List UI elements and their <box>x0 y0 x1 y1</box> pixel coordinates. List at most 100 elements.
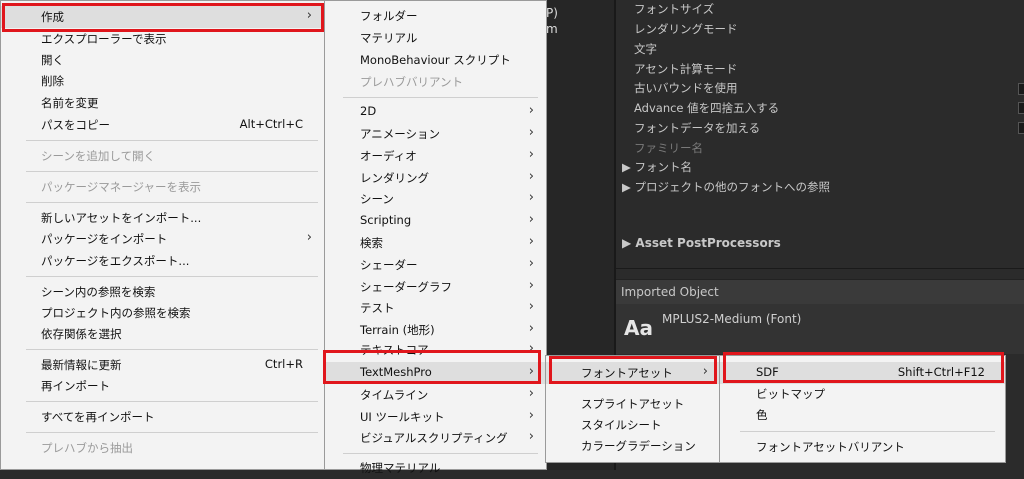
menu-separator <box>740 431 995 432</box>
inspector-ascent-mode: アセント計算モード <box>634 62 738 76</box>
chevron-right-icon: › <box>528 190 534 205</box>
menu-item-label: 再インポート <box>41 379 110 393</box>
menu-item-label: ビットマップ <box>756 387 825 401</box>
menu-item-scene[interactable]: シーン › <box>325 188 546 210</box>
menu-item-add-scene[interactable]: シーンを追加して開く <box>1 145 324 167</box>
chevron-right-icon: › <box>528 147 534 162</box>
menu-item-shortcut: Ctrl+R <box>264 357 303 371</box>
chevron-right-icon: › <box>528 169 534 184</box>
foldout-font-references[interactable]: ▶ プロジェクトの他のフォントへの参照 <box>622 179 830 195</box>
menu-item-label: パスをコピー <box>41 118 110 132</box>
menu-item-shader[interactable]: シェーダー › <box>325 254 546 276</box>
menu-item-label: マテリアル <box>360 31 418 45</box>
menu-item-refresh[interactable]: 最新情報に更新 Ctrl+R <box>1 354 324 376</box>
menu-item-label: 2D <box>360 104 377 118</box>
menu-item-label: エクスプローラーで表示 <box>41 32 167 46</box>
chevron-right-icon: › <box>528 256 534 271</box>
menu-separator <box>26 276 318 277</box>
menu-item-physics-material[interactable]: 物理マテリアル <box>325 457 546 479</box>
menu-item-label: タイムライン <box>360 388 429 402</box>
menu-item-label: カラーグラデーション <box>581 439 696 453</box>
menu-item-bitmap[interactable]: ビットマップ <box>720 383 1005 405</box>
menu-item-label: シェーダーグラフ <box>360 280 452 294</box>
menu-item-label: アニメーション <box>360 127 441 141</box>
chevron-right-icon: › <box>528 103 534 118</box>
foldout-asset-postprocessors[interactable]: ▶ Asset PostProcessors <box>622 236 781 250</box>
menu-item-label: MonoBehaviour スクリプト <box>360 53 511 67</box>
menu-item-label: プレハブから抽出 <box>41 441 133 455</box>
menu-item-color[interactable]: 色 <box>720 404 1005 426</box>
menu-item-reimport-all[interactable]: すべてを再インポート <box>1 406 324 428</box>
menu-item-export-package[interactable]: パッケージをエクスポート... <box>1 250 324 272</box>
menu-item-sprite-asset[interactable]: スプライトアセット <box>546 393 720 415</box>
menu-item-audio[interactable]: オーディオ › <box>325 145 546 167</box>
menu-separator <box>26 401 318 402</box>
menu-item-color-gradient[interactable]: カラーグラデーション <box>546 435 720 457</box>
menu-separator <box>26 432 318 433</box>
menu-item-timeline[interactable]: タイムライン › <box>325 384 546 406</box>
menu-item-label: UI ツールキット <box>360 410 445 424</box>
menu-item-material[interactable]: マテリアル <box>325 27 546 49</box>
menu-item-label: 色 <box>756 408 768 422</box>
menu-item-prefab-variant[interactable]: プレハブバリアント <box>325 71 546 93</box>
foldout-font-names[interactable]: ▶ フォント名 <box>622 159 692 175</box>
menu-item-label: シーンを追加して開く <box>41 149 156 163</box>
checkbox-include-font-data[interactable] <box>1018 122 1024 134</box>
menu-item-import-new-asset[interactable]: 新しいアセットをインポート... <box>1 207 324 229</box>
highlight-sdf <box>723 352 1004 383</box>
menu-item-monobehaviour-script[interactable]: MonoBehaviour スクリプト <box>325 49 546 71</box>
checkbox-round-advance[interactable] <box>1018 102 1024 114</box>
imported-object-header: Imported Object <box>616 279 1024 304</box>
chevron-right-icon: › <box>528 234 534 249</box>
menu-item-scripting[interactable]: Scripting › <box>325 210 546 232</box>
menu-item-terrain[interactable]: Terrain (地形) › <box>325 319 546 341</box>
menu-item-label: シェーダー <box>360 258 418 272</box>
menu-item-open[interactable]: 開く <box>1 49 324 71</box>
menu-separator <box>26 349 318 350</box>
menu-separator <box>343 453 538 454</box>
menu-item-folder[interactable]: フォルダー <box>325 5 546 27</box>
menu-item-select-dependencies[interactable]: 依存関係を選択 <box>1 323 324 345</box>
menu-item-style-sheet[interactable]: スタイルシート <box>546 414 720 436</box>
menu-item-test[interactable]: テスト › <box>325 297 546 319</box>
menu-item-visual-scripting[interactable]: ビジュアルスクリプティング › <box>325 427 546 449</box>
menu-item-reimport[interactable]: 再インポート <box>1 375 324 397</box>
inspector-separator <box>616 268 1024 269</box>
menu-item-label: スプライトアセット <box>581 397 685 411</box>
menu-item-label: テスト <box>360 301 395 315</box>
menu-item-label: シーン <box>360 192 394 206</box>
menu-item-extract-from-prefab[interactable]: プレハブから抽出 <box>1 437 324 459</box>
menu-item-find-scene-refs[interactable]: シーン内の参照を検索 <box>1 281 324 303</box>
chevron-right-icon: › <box>528 386 534 401</box>
imported-object-title: Imported Object <box>621 285 719 299</box>
menu-item-label: スタイルシート <box>581 418 662 432</box>
menu-item-label: 検索 <box>360 236 383 250</box>
menu-item-label: Terrain (地形) <box>360 323 435 337</box>
inspector-legacy-bounds: 古いバウンドを使用 <box>634 81 738 95</box>
checkbox-legacy-bounds[interactable] <box>1018 83 1024 95</box>
menu-item-rename[interactable]: 名前を変更 <box>1 92 324 114</box>
menu-item-package-manager[interactable]: パッケージマネージャーを表示 <box>1 176 324 198</box>
chevron-right-icon: › <box>528 408 534 423</box>
menu-item-2d[interactable]: 2D › <box>325 101 546 123</box>
menu-item-ui-toolkit[interactable]: UI ツールキット › <box>325 406 546 428</box>
inspector-include-font-data: フォントデータを加える <box>634 121 761 135</box>
inspector-round-advance: Advance 値を四捨五入する <box>634 101 780 115</box>
menu-item-rendering[interactable]: レンダリング › <box>325 167 546 189</box>
menu-item-label: パッケージをエクスポート... <box>41 254 190 268</box>
menu-item-find-project-refs[interactable]: プロジェクト内の参照を検索 <box>1 302 324 324</box>
inspector-characters: 文字 <box>634 42 657 56</box>
menu-item-shader-graph[interactable]: シェーダーグラフ › <box>325 276 546 298</box>
menu-item-copy-path[interactable]: パスをコピー Alt+Ctrl+C <box>1 114 324 136</box>
menu-item-shortcut: Alt+Ctrl+C <box>239 117 303 131</box>
menu-item-animation[interactable]: アニメーション › <box>325 123 546 145</box>
menu-item-delete[interactable]: 削除 <box>1 70 324 92</box>
menu-item-font-asset-variant[interactable]: フォントアセットバリアント <box>720 436 1005 458</box>
imported-object-name: MPLUS2-Medium (Font) <box>662 312 802 326</box>
inspector-family-name: ファミリー名 <box>634 141 703 155</box>
menu-item-import-package[interactable]: パッケージをインポート › <box>1 228 324 250</box>
menu-item-label: ビジュアルスクリプティング <box>360 431 508 445</box>
menu-item-label: 削除 <box>41 74 64 88</box>
menu-item-label: フォントアセットバリアント <box>756 440 905 454</box>
menu-item-search[interactable]: 検索 › <box>325 232 546 254</box>
